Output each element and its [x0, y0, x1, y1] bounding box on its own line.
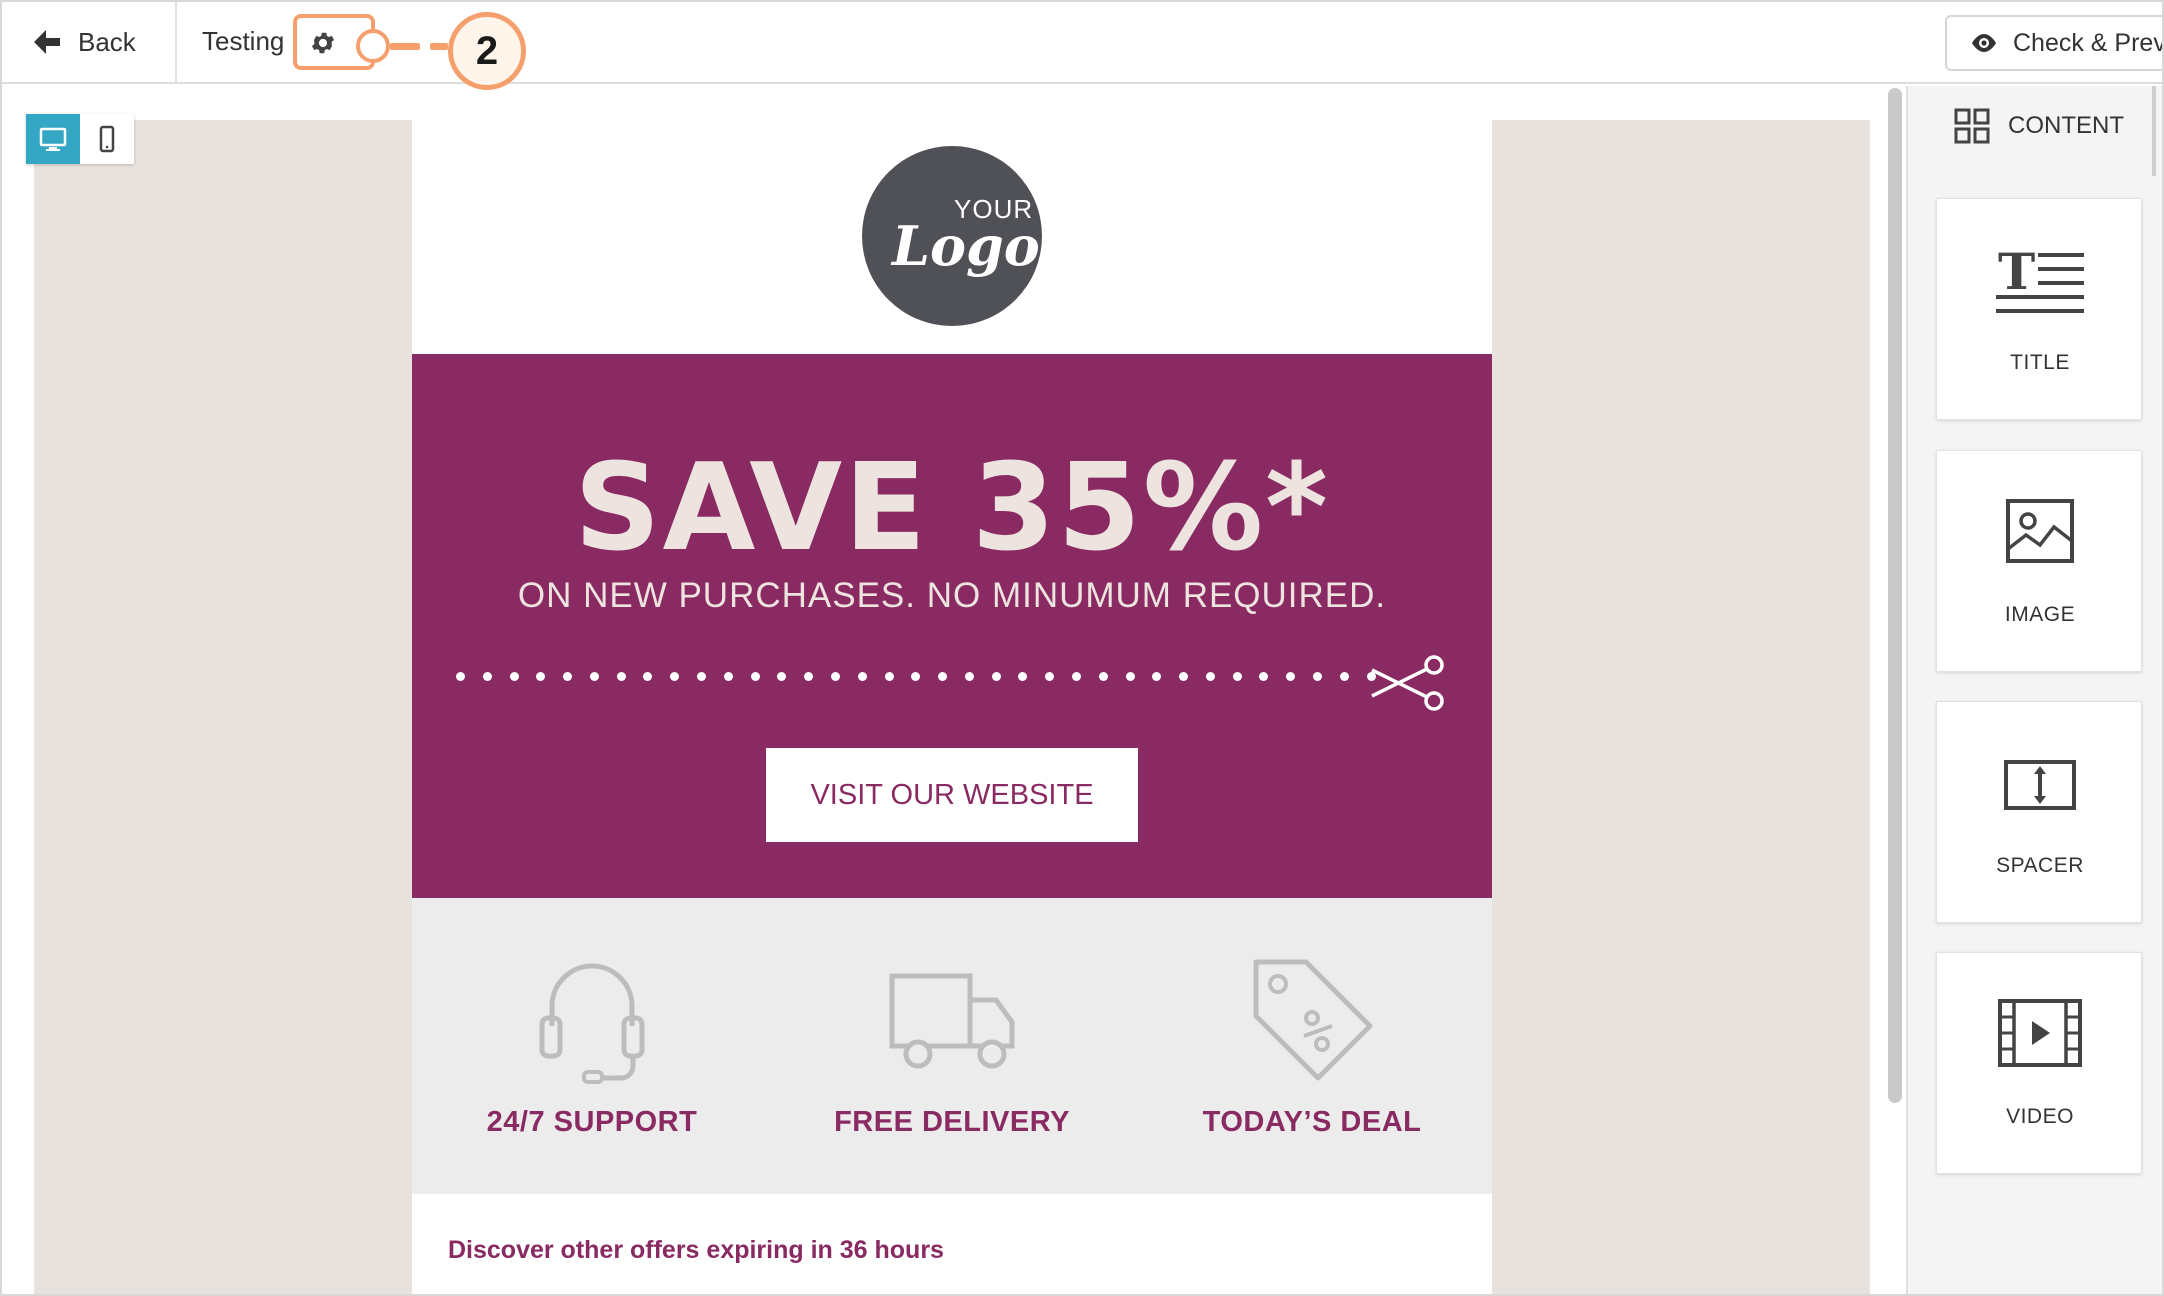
content-tab[interactable]: CONTENT: [1954, 108, 2124, 144]
coupon-dot: [1152, 671, 1162, 681]
coupon-dot: [643, 671, 653, 681]
promo-headline: SAVE 35%*: [574, 439, 1330, 578]
back-button[interactable]: Back: [32, 20, 136, 64]
panel-scrollbar[interactable]: [2152, 86, 2156, 176]
offers-text[interactable]: Discover other offers expiring in 36 hou…: [448, 1236, 944, 1265]
coupon-dot: [911, 671, 921, 681]
coupon-dot: [697, 671, 707, 681]
block-image[interactable]: IMAGE: [1936, 450, 2142, 672]
coupon-dot: [1232, 671, 1242, 681]
content-tab-label: CONTENT: [2008, 112, 2124, 139]
top-bar: Back Testing 2 Check & Preview: [2, 2, 2162, 90]
step-badge: 2: [448, 12, 526, 90]
check-preview-label: Check & Preview: [2013, 28, 2162, 57]
coupon-dot: [1071, 671, 1081, 681]
highlight-connector: [390, 43, 452, 50]
promo-banner[interactable]: SAVE 35%* ON NEW PURCHASES. NO MINUMUM R…: [412, 354, 1492, 898]
tag-icon: [1253, 959, 1373, 1081]
coupon-dot: [1339, 671, 1349, 681]
svg-text:T: T: [1998, 242, 2035, 301]
feature-deal-label: TODAY’S DEAL: [1202, 1106, 1422, 1138]
truck-icon: [889, 973, 1015, 1069]
spacer-icon: [2004, 760, 2076, 810]
promo-subheadline: ON NEW PURCHASES. NO MINUMUM REQUIRED.: [517, 576, 1387, 615]
coupon-dot: [1205, 671, 1215, 681]
block-video-label: VIDEO: [2006, 1105, 2074, 1128]
block-video[interactable]: VIDEO: [1936, 952, 2142, 1174]
mobile-icon: [99, 125, 115, 153]
coupon-dotted-line: [456, 670, 1376, 682]
coupon-dot: [723, 671, 733, 681]
scissors-icon: [1371, 655, 1444, 711]
logo[interactable]: YOUR Logo: [862, 146, 1042, 326]
coupon-dot: [1045, 671, 1055, 681]
check-preview-button[interactable]: Check & Preview: [1945, 15, 2162, 71]
coupon-dot: [482, 671, 492, 681]
feature-deal: TODAY’S DEAL: [1162, 956, 1462, 1139]
block-image-label: IMAGE: [2004, 603, 2076, 626]
back-label: Back: [78, 26, 136, 57]
block-spacer[interactable]: SPACER: [1936, 701, 2142, 923]
coupon-dot: [857, 671, 867, 681]
coupon-dot: [1179, 671, 1189, 681]
coupon-dot: [1098, 671, 1108, 681]
headset-icon: [539, 963, 645, 1084]
coupon-dot: [1259, 671, 1269, 681]
mobile-view-button[interactable]: [80, 114, 134, 164]
desktop-view-button[interactable]: [26, 114, 80, 164]
image-icon: [2006, 499, 2074, 563]
coupon-dot: [884, 671, 894, 681]
feature-support: 24/7 SUPPORT: [442, 956, 742, 1139]
feature-support-label: 24/7 SUPPORT: [486, 1106, 698, 1138]
highlight-pointer: [356, 29, 390, 63]
coupon-dot: [750, 671, 760, 681]
grid-icon: [1954, 108, 1990, 144]
coupon-dot: [830, 671, 840, 681]
coupon-dot: [563, 671, 573, 681]
coupon-dot: [589, 671, 599, 681]
coupon-dot: [509, 671, 519, 681]
coupon-dot: [777, 671, 787, 681]
coupon-dot: [938, 671, 948, 681]
editor-window: Back Testing 2 Check & Preview YOUR: [0, 0, 2164, 1296]
feature-delivery: FREE DELIVERY: [802, 956, 1102, 1139]
coupon-dot: [1018, 671, 1028, 681]
desktop-icon: [39, 127, 67, 151]
arrow-left-icon: [34, 30, 60, 54]
visit-website-button[interactable]: VISIT OUR WEBSITE: [766, 748, 1138, 842]
canvas-scrollbar[interactable]: [1888, 88, 1902, 1103]
title-icon: T: [1996, 242, 2084, 313]
email-preview: YOUR Logo SAVE 35%* ON NEW PURCHASES. NO…: [412, 120, 1492, 1294]
coupon-dot: [670, 671, 680, 681]
coupon-dot: [1313, 671, 1322, 681]
features-section[interactable]: 24/7 SUPPORT FREE DELIVERY TODAY’S DEAL: [412, 898, 1492, 1194]
feature-delivery-label: FREE DELIVERY: [834, 1106, 1070, 1138]
coupon-dot: [1125, 671, 1135, 681]
coupon-dot: [804, 671, 814, 681]
coupon-dot: [536, 671, 546, 681]
coupon-dot: [456, 671, 465, 681]
video-icon: [1998, 999, 2082, 1067]
coupon-dot: [964, 671, 974, 681]
divider: [175, 2, 177, 84]
content-panel: CONTENT T TITLE IMAGE SPACER VIDEO: [1906, 86, 2162, 1294]
coupon-dot: [616, 671, 626, 681]
block-title[interactable]: T TITLE: [1936, 198, 2142, 420]
coupon-dot: [991, 671, 1001, 681]
block-spacer-label: SPACER: [1996, 854, 2084, 877]
view-toggle: [26, 114, 134, 164]
logo-text-logo: Logo: [892, 214, 1040, 278]
eye-icon: [1972, 34, 1996, 52]
document-title: Testing: [202, 26, 285, 56]
coupon-dot: [1286, 671, 1296, 681]
block-title-label: TITLE: [2010, 351, 2070, 374]
